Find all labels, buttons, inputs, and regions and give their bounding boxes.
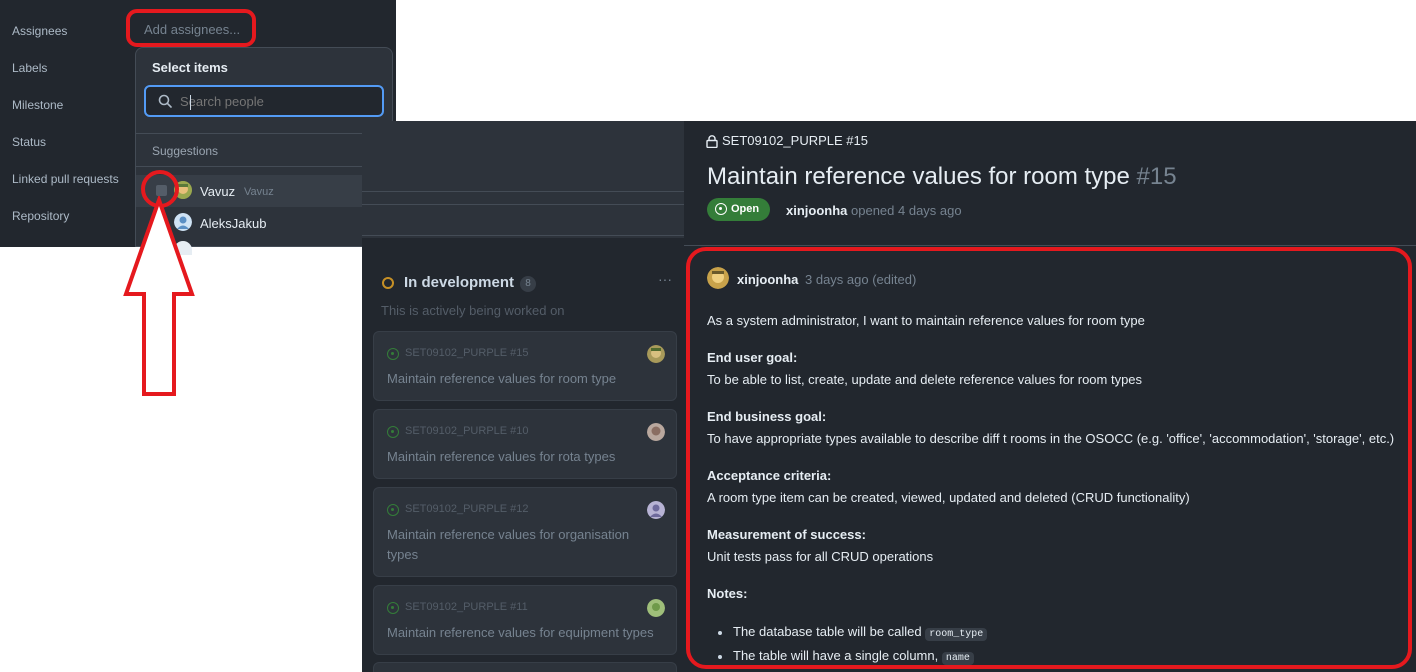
card-ref: SET09102_PURPLE #10 [405,425,529,437]
card-ref: SET09102_PURPLE #11 [405,601,528,613]
more-options-icon[interactable]: ··· [658,271,672,287]
issue-number: #15 [1136,163,1177,190]
issue-title-text: Maintain reference values for room type [707,163,1130,190]
sidebar-label-labels[interactable]: Labels [12,61,47,75]
divider [684,245,1416,246]
column-description: This is actively being worked on [381,303,565,318]
opened-text: opened 4 days ago [851,203,962,218]
lock-icon [706,135,718,148]
board-card[interactable]: SET09102_PURPLE #15 Maintain reference v… [373,331,677,401]
card-ref: SET09102_PURPLE #12 [405,503,529,515]
status-badge: Open [707,198,770,221]
board-card[interactable]: SET09102_PURPLE #10 Maintain reference v… [373,409,677,479]
open-issue-icon [387,602,399,614]
divider [136,133,392,134]
issue-meta: xinjoonha opened 4 days ago [786,203,962,218]
project-board: In development 8 ··· This is actively be… [362,121,684,672]
person-handle: Vavuz [244,186,274,198]
sidebar-label-status[interactable]: Status [12,135,46,149]
sidebar-label-repository[interactable]: Repository [12,209,69,223]
card-title[interactable]: Maintain reference values for rota types [387,447,657,467]
highlight-ring-issue-body [686,247,1412,669]
in-progress-status-icon [382,277,394,289]
avatar [647,599,665,617]
dropdown-title: Select items [152,60,228,75]
divider [362,191,684,192]
sidebar-label-milestone[interactable]: Milestone [12,98,63,112]
issue-title: Maintain reference values for room type … [707,163,1177,191]
open-issue-icon [387,504,399,516]
card-title[interactable]: Maintain reference values for equipment … [387,623,657,643]
divider [362,204,684,205]
assignees-panel: Assignees Labels Milestone Status Linked… [0,0,396,255]
divider [362,235,684,236]
search-icon [158,94,172,108]
avatar [647,345,665,363]
card-title[interactable]: Maintain reference values for organisati… [387,525,657,565]
search-box[interactable] [144,85,384,117]
status-label: Open [731,203,760,215]
sidebar-label-linked-pull-requests[interactable]: Linked pull requests [12,172,119,186]
person-name: Vavuz [200,184,236,199]
column-count-badge: 8 [520,276,536,292]
avatar [647,423,665,441]
repo-ref-link[interactable]: SET09102_PURPLE #15 [722,133,868,148]
search-people-input[interactable] [180,91,370,111]
highlight-ring-add-assignees [126,9,256,47]
board-card[interactable]: SET09102_PURPLE #12 Maintain reference v… [373,487,677,577]
sidebar-label-assignees[interactable]: Assignees [12,24,67,38]
column-title: In development [404,274,515,291]
board-card[interactable] [373,662,677,672]
board-card[interactable]: SET09102_PURPLE #11 Maintain reference v… [373,585,677,655]
divider [136,166,392,167]
open-issue-icon [387,426,399,438]
author-link[interactable]: xinjoonha [786,203,847,218]
avatar [647,501,665,519]
person-name: AleksJakub [200,216,267,231]
open-issue-icon [715,203,727,215]
up-arrow-icon [123,196,195,396]
card-title[interactable]: Maintain reference values for room type [387,369,657,389]
open-issue-icon [387,348,399,360]
suggestions-header: Suggestions [152,144,219,158]
card-ref: SET09102_PURPLE #15 [405,347,529,359]
text-caret [190,95,191,110]
issue-detail: SET09102_PURPLE #15 Maintain reference v… [684,121,1416,672]
